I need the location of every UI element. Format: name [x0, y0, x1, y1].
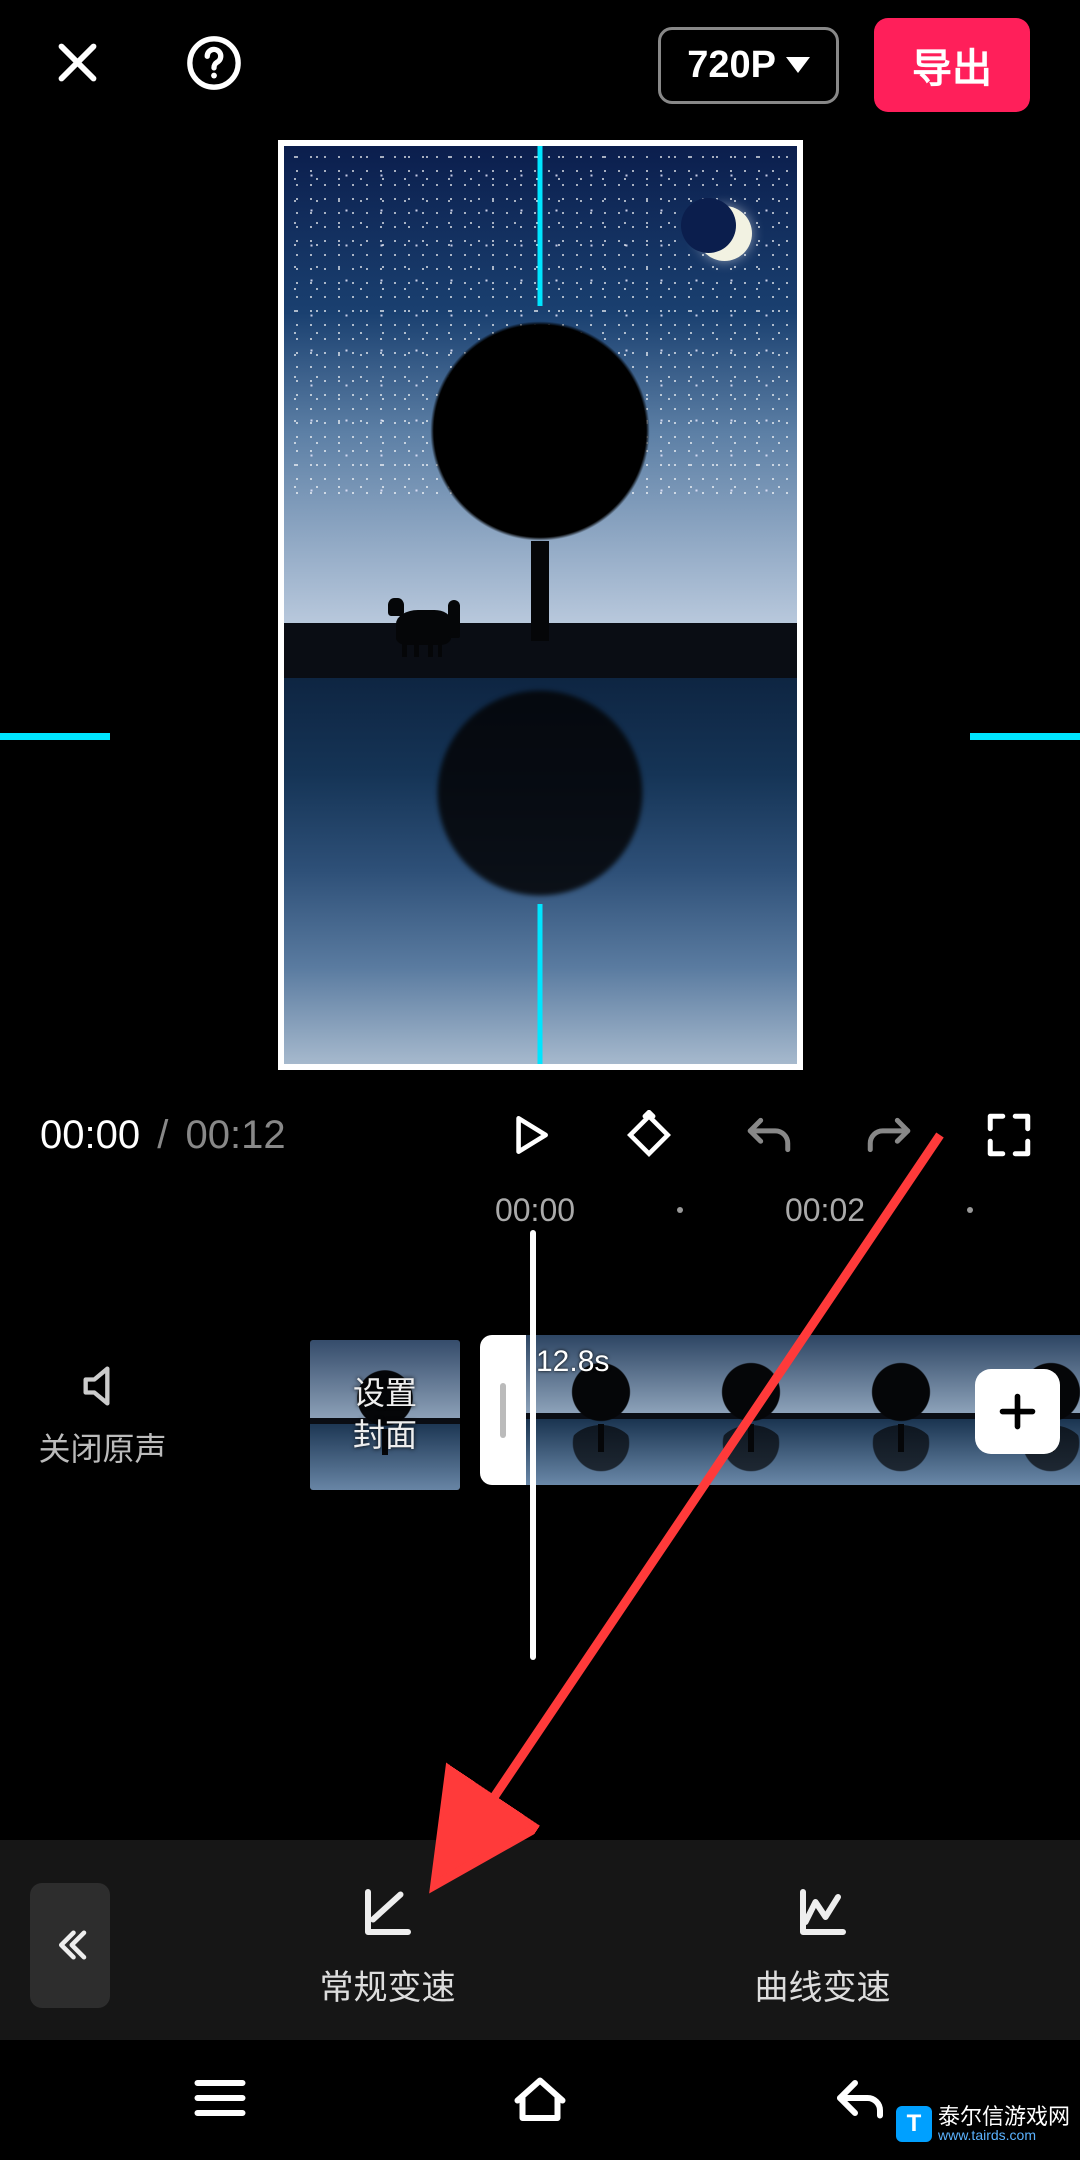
system-nav-bar [0, 2040, 1080, 2160]
playback-controls-row: 00:00 / 00:12 [0, 1095, 1080, 1175]
tool-curve-speed[interactable]: 曲线变速 [755, 1882, 891, 2009]
top-right-group: 720P 导出 [658, 18, 1030, 112]
horse-graphic [396, 610, 451, 645]
tool-normal-speed[interactable]: 常规变速 [320, 1882, 456, 2009]
clip-duration: 12.8s [536, 1345, 609, 1379]
playhead[interactable] [530, 1230, 536, 1660]
person-graphic [448, 600, 460, 638]
speed-toolbar: 常规变速 曲线变速 [0, 1840, 1080, 2050]
close-icon[interactable] [50, 35, 105, 95]
top-bar: 720P 导出 [0, 0, 1080, 130]
add-clip-button[interactable] [975, 1369, 1060, 1454]
time-display: 00:00 / 00:12 [40, 1113, 286, 1158]
guide-line-right [970, 733, 1080, 740]
collapse-toolbar-button[interactable] [30, 1883, 110, 2008]
export-button[interactable]: 导出 [874, 18, 1030, 112]
nav-home-icon[interactable] [510, 2068, 570, 2133]
timeline-ruler[interactable]: 00:00 00:02 [0, 1185, 1080, 1235]
ruler-tick [677, 1207, 683, 1213]
timeline-area: 关闭原声 设置 封面 12.8s [0, 1335, 1080, 1495]
nav-back-icon[interactable] [830, 2068, 890, 2133]
resolution-label: 720P [687, 44, 776, 87]
tool-label: 曲线变速 [755, 1960, 891, 2009]
clip-handle-left[interactable] [480, 1335, 526, 1485]
ruler-tick [967, 1207, 973, 1213]
chevron-down-icon [786, 57, 810, 73]
ruler-mark: 00:00 [495, 1192, 575, 1229]
top-left-group [50, 34, 243, 97]
resolution-selector[interactable]: 720P [658, 27, 839, 104]
nav-menu-icon[interactable] [190, 2068, 250, 2133]
mute-label: 关闭原声 [38, 1424, 166, 1470]
set-cover-button[interactable]: 设置 封面 [310, 1340, 460, 1490]
keyframe-icon[interactable] [624, 1110, 674, 1160]
clip-frame [826, 1335, 976, 1485]
export-label: 导出 [912, 47, 992, 91]
ruler-mark: 00:02 [785, 1192, 865, 1229]
mute-original-sound[interactable]: 关闭原声 [0, 1360, 205, 1470]
watermark: T 泰尔信游戏网 www.tairds.com [896, 2106, 1070, 2142]
total-time: 00:12 [185, 1113, 285, 1157]
preview-frame[interactable] [278, 140, 803, 1070]
moon-graphic [697, 206, 752, 261]
playback-buttons [504, 1110, 1040, 1160]
toolbar-items: 常规变速 曲线变速 [110, 1882, 1080, 2009]
watermark-url: www.tairds.com [938, 2128, 1070, 2142]
help-icon[interactable] [185, 34, 243, 97]
clip-frame [676, 1335, 826, 1485]
watermark-brand: 泰尔信游戏网 [938, 2106, 1070, 2128]
fullscreen-icon[interactable] [984, 1110, 1034, 1160]
preview-area [0, 135, 1080, 1075]
play-icon[interactable] [504, 1110, 554, 1160]
redo-icon[interactable] [864, 1110, 914, 1160]
guide-line-left [0, 733, 110, 740]
watermark-logo-icon: T [896, 2106, 932, 2142]
current-time: 00:00 [40, 1113, 140, 1157]
tool-label: 常规变速 [320, 1960, 456, 2009]
cover-label: 设置 封面 [353, 1373, 417, 1456]
undo-icon[interactable] [744, 1110, 794, 1160]
preview-content [284, 146, 797, 1064]
